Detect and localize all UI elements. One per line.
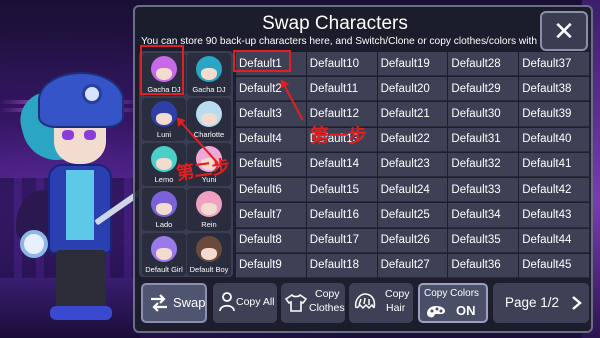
character-avatar	[151, 101, 177, 127]
character-slot[interactable]: Rein	[187, 188, 231, 231]
copy-colors-state: ON	[456, 303, 476, 318]
backup-slot[interactable]: Default5	[236, 152, 306, 178]
backup-slot[interactable]: Default29	[448, 77, 519, 102]
backup-slot[interactable]: Default16	[306, 203, 377, 228]
character-shirt	[66, 170, 94, 240]
character-cap	[38, 72, 124, 128]
backup-slot[interactable]: Default4	[236, 127, 306, 152]
backup-slot[interactable]: Default22	[377, 127, 448, 152]
backup-slot[interactable]: Default17	[306, 228, 377, 253]
character-avatar	[151, 236, 177, 262]
backup-slot[interactable]: Default18	[306, 253, 377, 278]
character-slot-name: Rein	[201, 220, 217, 229]
backup-slot[interactable]: Default40	[519, 127, 589, 152]
dialog-subtitle: You can store 90 back-up characters here…	[141, 36, 563, 47]
backup-slot[interactable]: Default27	[377, 253, 448, 278]
character-eye	[62, 130, 74, 140]
copy-clothes-label-line1: Copy	[315, 288, 340, 300]
copy-colors-label: Copy Colors	[424, 288, 480, 299]
backup-slot[interactable]: Default28	[448, 52, 519, 77]
backup-slot[interactable]: Default23	[377, 152, 448, 178]
page-indicator: Page 1/2	[505, 295, 560, 310]
chevron-right-icon	[572, 296, 582, 310]
character-slot-name: Gacha DJ	[192, 85, 226, 94]
copy-hair-label-line2: Hair	[386, 302, 406, 314]
backup-slot[interactable]: Default30	[448, 102, 519, 127]
backup-slot[interactable]: Default45	[519, 253, 589, 278]
highlight-box-character	[140, 45, 184, 95]
copy-clothes-button[interactable]: Copy Clothes	[281, 283, 345, 323]
character-slot[interactable]: Default Girl	[142, 233, 186, 276]
backup-slot[interactable]: Default35	[448, 228, 519, 253]
backup-slot[interactable]: Default33	[448, 178, 519, 203]
character-avatar	[151, 146, 177, 172]
character-eye	[84, 130, 96, 140]
backup-slot[interactable]: Default44	[519, 228, 589, 253]
swap-label: Swap	[173, 295, 206, 310]
backup-slot[interactable]: Default7	[236, 203, 306, 228]
copy-hair-button[interactable]: Copy Hair	[349, 283, 413, 323]
page-next-button[interactable]: Page 1/2	[493, 283, 589, 323]
cap-logo	[82, 84, 102, 104]
backup-slot[interactable]: Default32	[448, 152, 519, 178]
backup-slot[interactable]: Default34	[448, 203, 519, 228]
backup-slot[interactable]: Default6	[236, 178, 306, 203]
character-slot-name: Luni	[156, 130, 172, 139]
close-icon: ✕	[553, 16, 575, 46]
backup-slot[interactable]: Default25	[377, 203, 448, 228]
close-button[interactable]: ✕	[540, 11, 588, 51]
character-legs	[56, 250, 106, 310]
swap-button[interactable]: Swap	[141, 283, 207, 323]
character-shoes	[50, 306, 112, 320]
backup-slot[interactable]: Default41	[519, 152, 589, 178]
character-slot-name: Default Girl	[145, 265, 183, 274]
swap-arrows-icon	[151, 294, 167, 312]
backup-slot[interactable]: Default14	[306, 152, 377, 178]
character-avatar	[196, 56, 222, 82]
highlight-box-default1	[233, 50, 291, 72]
backup-slot[interactable]: Default39	[519, 102, 589, 127]
backup-slot[interactable]: Default24	[377, 178, 448, 203]
character-avatar	[151, 191, 177, 217]
backup-slot[interactable]: Default43	[519, 203, 589, 228]
backup-slot[interactable]: Default31	[448, 127, 519, 152]
backup-slot[interactable]: Default20	[377, 77, 448, 102]
backup-slot[interactable]: Default42	[519, 178, 589, 203]
backup-slot[interactable]: Default2	[236, 77, 306, 102]
character-slot-name: Default Boy	[189, 265, 229, 274]
character-slot-name: Lado	[155, 220, 173, 229]
backup-slot[interactable]: Default10	[306, 52, 377, 77]
annotation-step1: 第一步	[310, 125, 368, 147]
copy-all-button[interactable]: Copy All	[213, 283, 277, 323]
backup-slot[interactable]: Default9	[236, 253, 306, 278]
backup-slot[interactable]: Default19	[377, 52, 448, 77]
backup-slot[interactable]: Default11	[306, 77, 377, 102]
copy-colors-toggle[interactable]: Copy Colors ON	[418, 283, 488, 323]
current-character	[14, 70, 156, 330]
palette-icon	[427, 306, 445, 318]
character-slot[interactable]: Default Boy	[187, 233, 231, 276]
backup-slot[interactable]: Default37	[519, 52, 589, 77]
backup-slot[interactable]: Default21	[377, 102, 448, 127]
backup-slot[interactable]: Default8	[236, 228, 306, 253]
character-avatar	[196, 236, 222, 262]
copy-all-label: Copy All	[236, 296, 275, 308]
shirt-icon	[285, 294, 307, 312]
hair-icon	[354, 293, 376, 310]
backup-slot[interactable]: Default36	[448, 253, 519, 278]
copy-clothes-label-line2: Clothes	[309, 302, 345, 314]
character-avatar	[196, 101, 222, 127]
character-avatar	[196, 191, 222, 217]
character-slot[interactable]: Gacha DJ	[187, 53, 231, 96]
character-slot[interactable]: Lado	[142, 188, 186, 231]
backup-slot[interactable]: Default15	[306, 178, 377, 203]
dialog-title: Swap Characters	[262, 13, 408, 34]
backup-slots-grid: Default1 Default10 Default19 Default28 D…	[236, 52, 589, 278]
character-disc	[20, 230, 48, 258]
backup-slot[interactable]: Default38	[519, 77, 589, 102]
person-icon	[219, 292, 235, 312]
copy-hair-label-line1: Copy	[385, 288, 410, 300]
backup-slot[interactable]: Default26	[377, 228, 448, 253]
